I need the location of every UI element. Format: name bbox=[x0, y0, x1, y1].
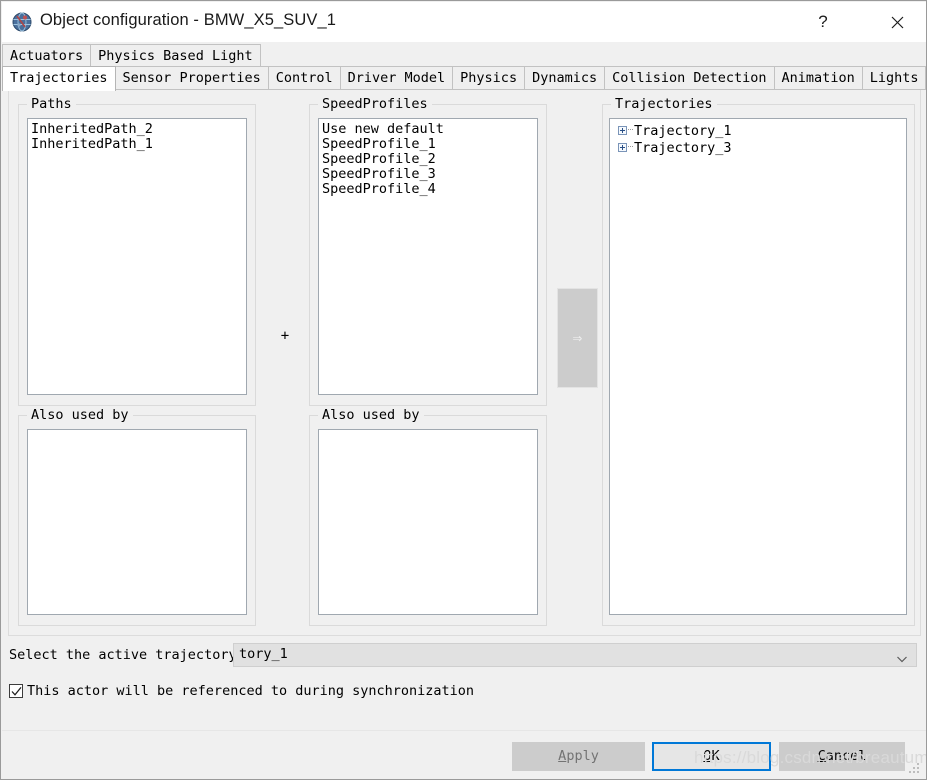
trajectories-tree[interactable]: Trajectory_1 Trajectory_3 bbox=[609, 118, 907, 615]
help-button[interactable]: ? bbox=[800, 3, 846, 41]
chevron-down-icon bbox=[896, 650, 908, 663]
close-icon[interactable] bbox=[868, 3, 926, 41]
tab-physics-based-light[interactable]: Physics Based Light bbox=[90, 44, 261, 68]
object-configuration-dialog: Object configuration - BMW_X5_SUV_1 ? Ac… bbox=[0, 0, 927, 780]
dialog-button-bar: Apply OK Cancel bbox=[2, 730, 926, 779]
active-trajectory-label: Select the active trajectory: bbox=[9, 647, 245, 663]
expand-plus-icon[interactable] bbox=[618, 125, 627, 135]
also-used-by-paths-group: Also used by bbox=[18, 407, 256, 626]
resize-grip[interactable] bbox=[909, 763, 922, 776]
checkbox-box bbox=[9, 684, 23, 698]
button-label-rest: pply bbox=[566, 748, 599, 764]
tree-connector bbox=[628, 146, 633, 147]
tree-item-label: Trajectory_1 bbox=[634, 123, 732, 139]
globe-icon bbox=[12, 12, 32, 32]
active-trajectory-value: tory_1 bbox=[239, 646, 288, 662]
tab-row-main: Trajectories Sensor Properties Control Driv… bbox=[2, 66, 926, 91]
ok-button[interactable]: OK bbox=[652, 742, 771, 771]
check-icon bbox=[11, 687, 22, 696]
tree-item[interactable]: Trajectory_1 bbox=[610, 123, 906, 140]
tab-animation[interactable]: Animation bbox=[773, 66, 863, 90]
list-item[interactable]: SpeedProfile_2 bbox=[319, 152, 537, 167]
list-item[interactable]: SpeedProfile_4 bbox=[319, 182, 537, 197]
tab-lights[interactable]: Lights bbox=[861, 66, 926, 90]
tab-driver-model[interactable]: Driver Model bbox=[339, 66, 454, 90]
speedprofiles-group: SpeedProfiles Use new default SpeedProfil… bbox=[309, 96, 547, 406]
tab-sensor-properties[interactable]: Sensor Properties bbox=[114, 66, 269, 90]
speedprofiles-group-title: SpeedProfiles bbox=[318, 96, 432, 112]
list-item[interactable]: SpeedProfile_3 bbox=[319, 167, 537, 182]
tree-connector bbox=[628, 129, 633, 130]
also-used-by-speed-list[interactable] bbox=[318, 429, 538, 615]
expand-plus-icon[interactable] bbox=[618, 142, 627, 152]
tree-item-label: Trajectory_3 bbox=[634, 140, 732, 156]
also-used-by-paths-list[interactable] bbox=[27, 429, 247, 615]
tab-strip: Actuators Physics Based Light Trajectorie… bbox=[2, 42, 926, 91]
tab-trajectories[interactable]: Trajectories bbox=[2, 66, 116, 91]
paths-list[interactable]: InheritedPath_2 InheritedPath_1 bbox=[27, 118, 247, 395]
list-item[interactable]: InheritedPath_1 bbox=[28, 137, 246, 152]
also-used-by-speed-group: Also used by bbox=[309, 407, 547, 626]
paths-group: Paths InheritedPath_2 InheritedPath_1 bbox=[18, 96, 256, 406]
tab-dynamics[interactable]: Dynamics bbox=[524, 66, 606, 90]
list-item[interactable]: InheritedPath_2 bbox=[28, 122, 246, 137]
also-used-by-paths-title: Also used by bbox=[27, 407, 133, 423]
button-label-rest: ancel bbox=[825, 748, 867, 764]
tab-collision-detection[interactable]: Collision Detection bbox=[604, 66, 775, 90]
title-bar: Object configuration - BMW_X5_SUV_1 ? bbox=[2, 2, 926, 42]
accelerator-letter: C bbox=[817, 748, 826, 764]
tab-physics[interactable]: Physics bbox=[452, 66, 526, 90]
trajectories-tab-page: Paths InheritedPath_2 InheritedPath_1 Als… bbox=[8, 90, 921, 636]
speedprofiles-list[interactable]: Use new default SpeedProfile_1 SpeedProfil… bbox=[318, 118, 538, 395]
sync-reference-label: This actor will be referenced to during … bbox=[27, 683, 475, 699]
active-trajectory-select[interactable]: tory_1 bbox=[233, 643, 917, 667]
list-item[interactable]: SpeedProfile_1 bbox=[319, 137, 537, 152]
list-item[interactable]: Use new default bbox=[319, 122, 537, 137]
accelerator-letter: O bbox=[703, 748, 712, 764]
paths-group-title: Paths bbox=[27, 96, 76, 112]
window-title: Object configuration - BMW_X5_SUV_1 bbox=[40, 11, 337, 29]
tab-actuators[interactable]: Actuators bbox=[2, 44, 92, 68]
combine-plus-label: + bbox=[280, 328, 290, 344]
also-used-by-speed-title: Also used by bbox=[318, 407, 424, 423]
apply-button[interactable]: Apply bbox=[512, 742, 645, 771]
tab-control[interactable]: Control bbox=[267, 66, 341, 90]
cancel-button[interactable]: Cancel bbox=[779, 742, 905, 771]
tree-item[interactable]: Trajectory_3 bbox=[610, 140, 906, 157]
trajectories-group-title: Trajectories bbox=[611, 96, 717, 112]
tab-row-overflow: Actuators Physics Based Light bbox=[2, 44, 261, 68]
trajectories-group: Trajectories Trajectory_1 Trajectory_3 bbox=[602, 96, 915, 626]
arrow-right-icon[interactable]: ⇒ bbox=[557, 288, 598, 388]
button-label-rest: K bbox=[711, 748, 720, 764]
